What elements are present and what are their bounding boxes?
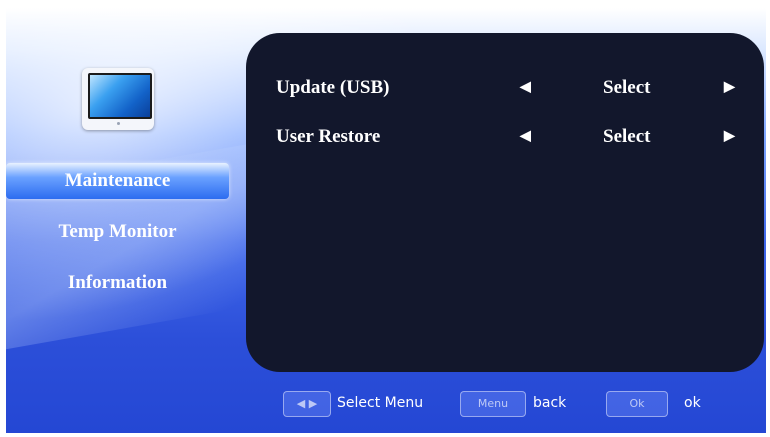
option-label: Update (USB) bbox=[276, 77, 390, 98]
option-value: Select bbox=[603, 126, 651, 147]
right-arrow-icon[interactable]: ▶ bbox=[724, 73, 735, 103]
monitor-icon bbox=[82, 68, 154, 130]
sidebar-menu: Maintenance Temp Monitor Information bbox=[6, 163, 229, 316]
option-row-user-restore[interactable]: User Restore ◀ Select ▶ bbox=[246, 122, 764, 152]
menu-key-button[interactable]: Menu bbox=[460, 391, 526, 417]
sidebar-item-information[interactable]: Information bbox=[6, 265, 229, 301]
sidebar-item-temp-monitor[interactable]: Temp Monitor bbox=[6, 214, 229, 250]
monitor-screen bbox=[88, 73, 152, 119]
ok-key-button[interactable]: Ok bbox=[606, 391, 668, 417]
option-label: User Restore bbox=[276, 126, 381, 147]
left-arrow-icon[interactable]: ◀ bbox=[520, 122, 531, 152]
select-menu-hint: Select Menu bbox=[337, 395, 424, 411]
left-arrow-icon[interactable]: ◀ bbox=[520, 73, 531, 103]
sidebar-item-label: Temp Monitor bbox=[58, 221, 177, 242]
option-value: Select bbox=[603, 77, 651, 98]
option-row-update-usb[interactable]: Update (USB) ◀ Select ▶ bbox=[246, 73, 764, 103]
footer-hints: ◀ ▶ Select Menu Menu back Ok ok bbox=[0, 391, 770, 417]
sidebar-item-label: Maintenance bbox=[64, 170, 171, 191]
sidebar-item-maintenance[interactable]: Maintenance bbox=[6, 163, 229, 199]
sidebar-item-label: Information bbox=[67, 272, 168, 293]
right-arrow-icon[interactable]: ▶ bbox=[724, 122, 735, 152]
ok-hint: ok bbox=[684, 395, 701, 411]
back-hint: back bbox=[533, 395, 567, 411]
monitor-power-dot bbox=[117, 122, 120, 125]
settings-panel: Update (USB) ◀ Select ▶ User Restore ◀ S… bbox=[246, 33, 764, 372]
nav-key-icon[interactable]: ◀ ▶ bbox=[283, 391, 331, 417]
